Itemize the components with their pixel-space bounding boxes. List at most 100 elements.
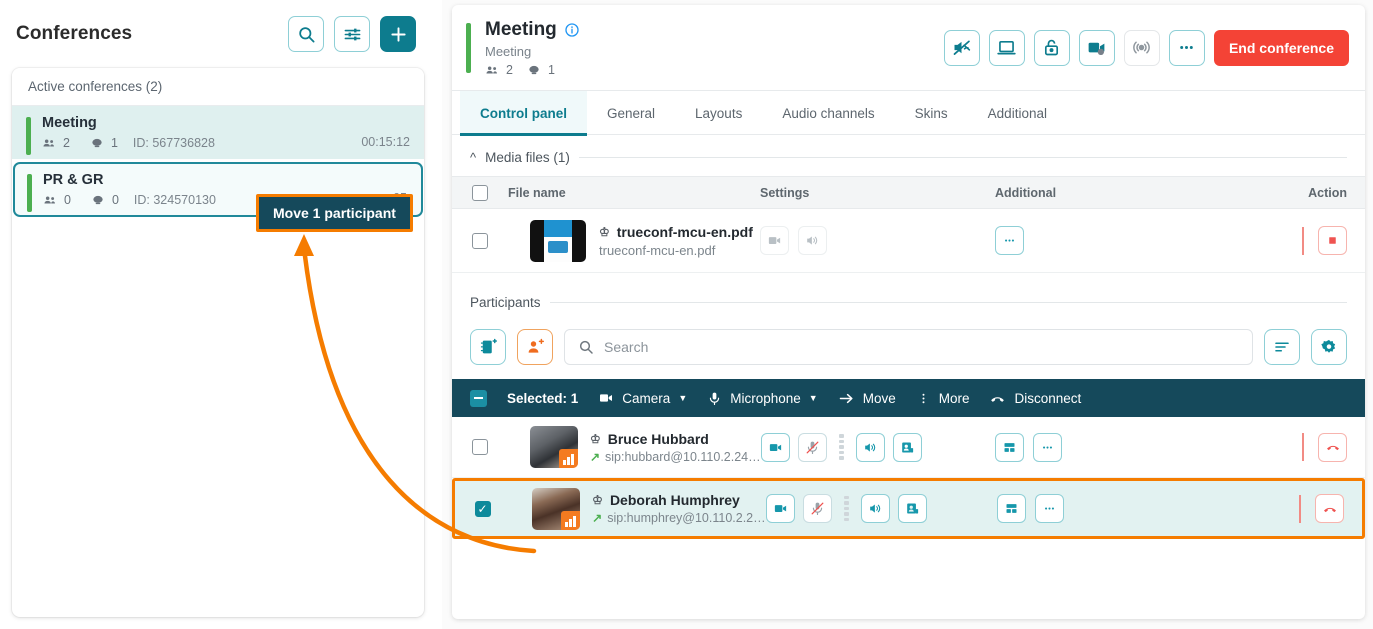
column-additional: Additional <box>995 185 1057 200</box>
file-stop-button[interactable] <box>1318 226 1347 255</box>
participant-checkbox[interactable] <box>471 439 488 455</box>
file-audio-button[interactable] <box>798 226 827 255</box>
conference-list-item[interactable]: Meeting 2 1 ID: 567736828 00:15:12 <box>12 106 424 160</box>
participant-hangup-button[interactable] <box>1318 432 1347 462</box>
display-icon <box>93 195 103 205</box>
status-bar-indicator <box>26 117 31 155</box>
video-record-icon <box>1089 42 1105 56</box>
audio-level-indicator <box>838 434 844 460</box>
meeting-participant-count: 2 <box>506 62 513 77</box>
info-icon[interactable] <box>564 22 580 38</box>
participant-more-button[interactable] <box>1033 432 1063 462</box>
speaker-icon <box>864 442 875 452</box>
camera-action-label: Camera <box>622 390 671 406</box>
divider <box>1302 226 1304 255</box>
gear-icon <box>1321 339 1336 353</box>
display-icon <box>529 65 539 74</box>
lock-conference-button[interactable] <box>1033 29 1070 66</box>
participant-row[interactable]: ♔ Bruce Hubbard ↗ sip:hubbard@10.110.2.2… <box>452 417 1365 478</box>
hangup-icon <box>1323 507 1336 512</box>
meeting-header: Meeting Meeting 2 1 End conference <box>452 5 1365 91</box>
participant-microphone-button[interactable] <box>797 432 827 462</box>
file-row-checkbox[interactable] <box>472 232 488 249</box>
broadcast-button[interactable] <box>1123 29 1160 66</box>
mute-all-button[interactable] <box>943 29 980 66</box>
end-conference-button[interactable]: End conference <box>1213 29 1349 66</box>
column-settings: Settings <box>760 185 810 200</box>
search-button[interactable] <box>288 16 324 52</box>
conference-detail-panel: Meeting Meeting 2 1 End conference Contr… <box>452 5 1365 619</box>
partial-select-checkbox[interactable] <box>470 389 487 407</box>
sidebar-header: Conferences <box>0 0 434 68</box>
participants-settings-button[interactable] <box>1311 329 1347 365</box>
more-action-button[interactable]: More <box>916 391 969 406</box>
tab-general[interactable]: General <box>587 91 675 135</box>
plus-icon <box>390 26 406 42</box>
participant-speaker-button[interactable] <box>860 494 890 523</box>
screen-share-button[interactable] <box>988 29 1025 66</box>
file-thumbnail <box>530 219 586 262</box>
move-action-button[interactable]: Move <box>838 390 896 407</box>
tab-control-panel[interactable]: Control panel <box>460 91 587 136</box>
tab-audio-channels[interactable]: Audio channels <box>762 91 894 135</box>
participant-card-button[interactable] <box>897 494 927 523</box>
media-files-section-header[interactable]: ^ Media files (1) <box>452 135 1365 176</box>
move-participant-tooltip: Move 1 participant <box>256 194 413 232</box>
participant-address-row: ↗ sip:hubbard@10.110.2.24… <box>590 450 761 464</box>
sort-participants-button[interactable] <box>1264 329 1300 365</box>
participant-layout-button[interactable] <box>995 432 1025 462</box>
people-icon <box>44 196 55 204</box>
invite-user-button[interactable] <box>517 329 553 365</box>
video-play-icon <box>768 237 781 244</box>
file-name-row: ♔ trueconf-mcu-en.pdf <box>599 224 753 240</box>
tab-skins[interactable]: Skins <box>895 91 968 135</box>
chevron-down-icon: ▼ <box>808 393 818 403</box>
chevron-up-icon: ^ <box>470 150 477 165</box>
conference-name: Meeting <box>42 115 97 131</box>
disconnect-action-button[interactable]: Disconnect <box>989 390 1081 407</box>
tab-layouts[interactable]: Layouts <box>675 91 762 135</box>
more-options-button[interactable] <box>1168 29 1205 66</box>
ellipsis-icon <box>1005 239 1014 242</box>
speaker-icon <box>869 504 880 513</box>
address-book-plus-icon <box>480 338 497 354</box>
participant-hangup-button[interactable] <box>1315 494 1344 523</box>
participant-count: 2 <box>63 136 70 150</box>
participant-address-row: ↗ sip:humphrey@10.110.2.2… <box>592 511 765 525</box>
file-name: trueconf-mcu-en.pdf <box>616 223 753 240</box>
participant-card-button[interactable] <box>892 432 922 462</box>
filter-button[interactable] <box>334 16 370 52</box>
audio-level-indicator <box>843 495 849 522</box>
participant-camera-button[interactable] <box>765 494 795 523</box>
participant-speaker-button[interactable] <box>855 432 885 462</box>
monitor-icon <box>997 40 1017 55</box>
select-all-files-checkbox[interactable] <box>472 184 488 201</box>
participant-more-button[interactable] <box>1035 494 1065 523</box>
participant-camera-button[interactable] <box>760 432 790 462</box>
display-icon <box>92 138 102 148</box>
media-file-row[interactable]: ♔ trueconf-mcu-en.pdf trueconf-mcu-en.pd… <box>452 209 1365 273</box>
participants-search[interactable]: Search <box>564 329 1253 365</box>
participant-checkbox[interactable]: ✓ <box>474 500 491 517</box>
participant-layout-button[interactable] <box>997 494 1027 523</box>
participants-section-header: Participants <box>452 273 1365 321</box>
conference-id: ID: 324570130 <box>133 193 216 207</box>
outgoing-call-icon: ↗ <box>592 511 603 525</box>
file-video-button[interactable] <box>760 226 789 255</box>
tab-additional[interactable]: Additional <box>968 91 1067 135</box>
file-additional-button[interactable] <box>995 226 1024 255</box>
record-button[interactable] <box>1078 29 1115 66</box>
media-files-table-header: File name Settings Additional Action <box>452 176 1365 209</box>
people-icon <box>486 66 497 73</box>
disconnect-action-label: Disconnect <box>1014 390 1082 406</box>
divider <box>549 302 1347 303</box>
address-book-add-button[interactable] <box>470 329 506 365</box>
camera-action-button[interactable]: Camera ▼ <box>598 390 687 406</box>
microphone-action-button[interactable]: Microphone ▼ <box>707 391 818 406</box>
participant-row[interactable]: ✓ ♔ Deborah Humphrey ↗ sip:humphrey@10.1… <box>452 478 1365 539</box>
participant-name-row: ♔ Deborah Humphrey <box>592 492 765 508</box>
add-conference-button[interactable] <box>380 16 416 52</box>
avatar <box>532 487 581 530</box>
participant-microphone-button[interactable] <box>802 494 832 523</box>
participant-name: Deborah Humphrey <box>609 492 740 508</box>
